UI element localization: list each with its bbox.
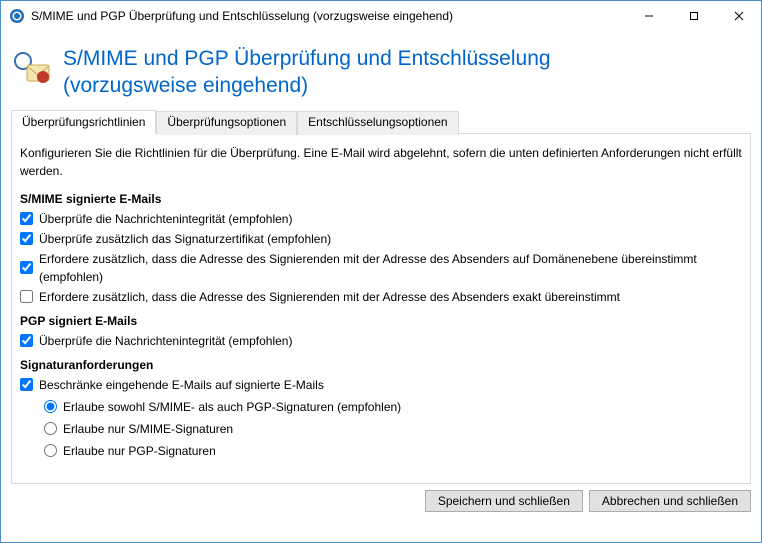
dialog-footer: Speichern und schließen Abbrechen und sc… (1, 484, 761, 522)
tab-panel: Konfigurieren Sie die Richtlinien für di… (11, 134, 751, 484)
section-smime-title: S/MIME signierte E-Mails (20, 190, 742, 208)
minimize-button[interactable] (626, 1, 671, 30)
sigreq-radio-pgp-only-input[interactable] (44, 444, 57, 457)
window-controls (626, 1, 761, 30)
smime-check-exact-match[interactable]: Erfordere zusätzlich, dass die Adresse d… (20, 288, 742, 306)
tab-strip: Überprüfungsrichtlinien Überprüfungsopti… (11, 110, 751, 134)
app-icon (9, 8, 25, 24)
tab-verification-policies[interactable]: Überprüfungsrichtlinien (11, 110, 156, 134)
sigreq-radio-smime-only-label: Erlaube nur S/MIME-Signaturen (63, 420, 233, 438)
smime-check-exact-match-label: Erfordere zusätzlich, dass die Adresse d… (39, 288, 620, 306)
sigreq-restrict-signed[interactable]: Beschränke eingehende E-Mails auf signie… (20, 376, 742, 394)
smime-check-integrity-box[interactable] (20, 212, 33, 225)
tab-verification-options[interactable]: Überprüfungsoptionen (156, 111, 297, 135)
smime-check-integrity[interactable]: Überprüfe die Nachrichtenintegrität (emp… (20, 210, 742, 228)
section-pgp-title: PGP signiert E-Mails (20, 312, 742, 330)
smime-check-exact-match-box[interactable] (20, 290, 33, 303)
sigreq-radio-both[interactable]: Erlaube sowohl S/MIME- als auch PGP-Sign… (44, 398, 742, 416)
mail-seal-icon (13, 49, 53, 89)
close-button[interactable] (716, 1, 761, 30)
smime-check-cert-label: Überprüfe zusätzlich das Signaturzertifi… (39, 230, 331, 248)
smime-check-cert-box[interactable] (20, 232, 33, 245)
section-sigreq-title: Signaturanforderungen (20, 356, 742, 374)
smime-check-domain-match-box[interactable] (20, 261, 33, 274)
page-title-line2: (vorzugsweise eingehend) (63, 72, 551, 99)
title-bar: S/MIME und PGP Überprüfung und Entschlüs… (1, 1, 761, 31)
smime-check-domain-match[interactable]: Erfordere zusätzlich, dass die Adresse d… (20, 250, 742, 286)
sigreq-radio-pgp-only[interactable]: Erlaube nur PGP-Signaturen (44, 442, 742, 460)
smime-check-domain-match-label: Erfordere zusätzlich, dass die Adresse d… (39, 250, 742, 286)
sigreq-radio-smime-only[interactable]: Erlaube nur S/MIME-Signaturen (44, 420, 742, 438)
sigreq-radio-both-label: Erlaube sowohl S/MIME- als auch PGP-Sign… (63, 398, 401, 416)
pgp-check-integrity-box[interactable] (20, 334, 33, 347)
window-title: S/MIME und PGP Überprüfung und Entschlüs… (31, 9, 626, 23)
save-close-button[interactable]: Speichern und schließen (425, 490, 583, 512)
page-title-line1: S/MIME und PGP Überprüfung und Entschlüs… (63, 45, 551, 72)
sigreq-radio-pgp-only-label: Erlaube nur PGP-Signaturen (63, 442, 216, 460)
page-title: S/MIME und PGP Überprüfung und Entschlüs… (63, 45, 551, 100)
pgp-check-integrity-label: Überprüfe die Nachrichtenintegrität (emp… (39, 332, 292, 350)
pgp-check-integrity[interactable]: Überprüfe die Nachrichtenintegrität (emp… (20, 332, 742, 350)
smime-check-cert[interactable]: Überprüfe zusätzlich das Signaturzertifi… (20, 230, 742, 248)
page-header: S/MIME und PGP Überprüfung und Entschlüs… (11, 39, 751, 110)
panel-description: Konfigurieren Sie die Richtlinien für di… (20, 144, 742, 180)
tab-decryption-options[interactable]: Entschlüsselungsoptionen (297, 111, 458, 135)
cancel-close-button[interactable]: Abbrechen und schließen (589, 490, 751, 512)
sigreq-restrict-signed-box[interactable] (20, 378, 33, 391)
sigreq-restrict-signed-label: Beschränke eingehende E-Mails auf signie… (39, 376, 324, 394)
sigreq-radio-both-input[interactable] (44, 400, 57, 413)
smime-check-integrity-label: Überprüfe die Nachrichtenintegrität (emp… (39, 210, 292, 228)
maximize-button[interactable] (671, 1, 716, 30)
sigreq-radio-smime-only-input[interactable] (44, 422, 57, 435)
